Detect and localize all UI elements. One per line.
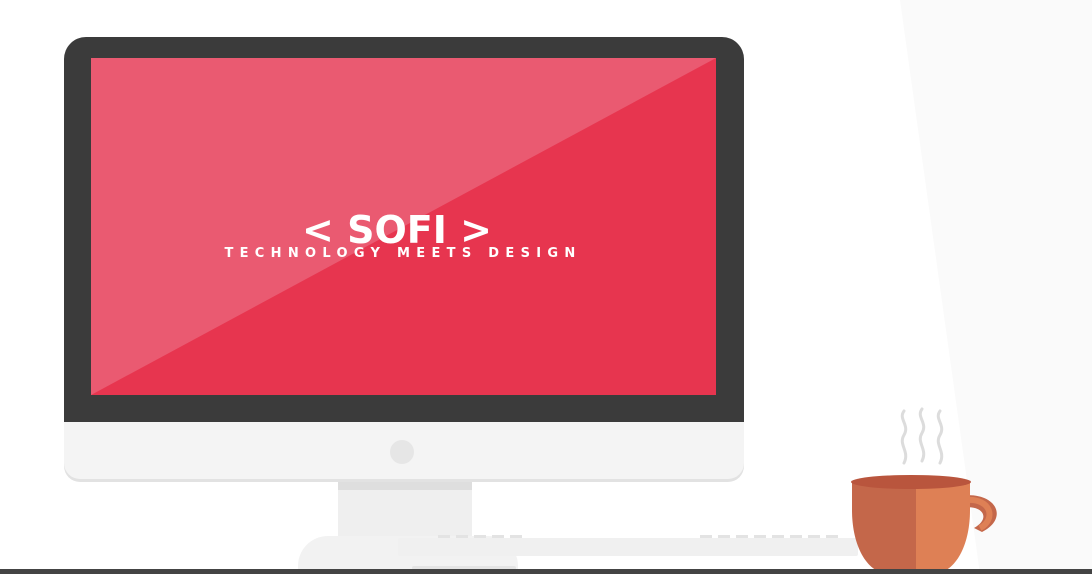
keyboard-key	[736, 535, 748, 538]
desktop-monitor: < SOFI > TECHNOLOGY MEETS DESIGN	[64, 37, 744, 479]
monitor-bezel: < SOFI > TECHNOLOGY MEETS DESIGN	[64, 37, 744, 422]
keyboard-key	[510, 535, 522, 538]
power-button-icon	[390, 440, 414, 464]
keyboard-keys	[438, 535, 858, 539]
coffee-cup-icon	[851, 475, 997, 574]
keyboard-key	[456, 535, 468, 538]
keyboard-key	[700, 535, 712, 538]
monitor-screen: < SOFI > TECHNOLOGY MEETS DESIGN	[91, 58, 716, 395]
monitor-chin	[64, 422, 744, 479]
keyboard-key	[826, 535, 838, 538]
brand-block: < SOFI > TECHNOLOGY MEETS DESIGN	[91, 208, 711, 262]
keyboard-key	[438, 535, 450, 538]
keyboard-key	[492, 535, 504, 538]
brand-tagline: TECHNOLOGY MEETS DESIGN	[224, 246, 582, 261]
keyboard-key	[790, 535, 802, 538]
keyboard-key	[474, 535, 486, 538]
keyboard-key	[754, 535, 766, 538]
hero-illustration: < SOFI > TECHNOLOGY MEETS DESIGN	[0, 0, 1092, 574]
keyboard	[398, 538, 858, 556]
keyboard-key	[808, 535, 820, 538]
keyboard-key	[718, 535, 730, 538]
keyboard-key	[772, 535, 784, 538]
steam-icon	[900, 407, 944, 465]
stand-shadow	[338, 482, 472, 490]
floor-line	[0, 569, 1092, 574]
